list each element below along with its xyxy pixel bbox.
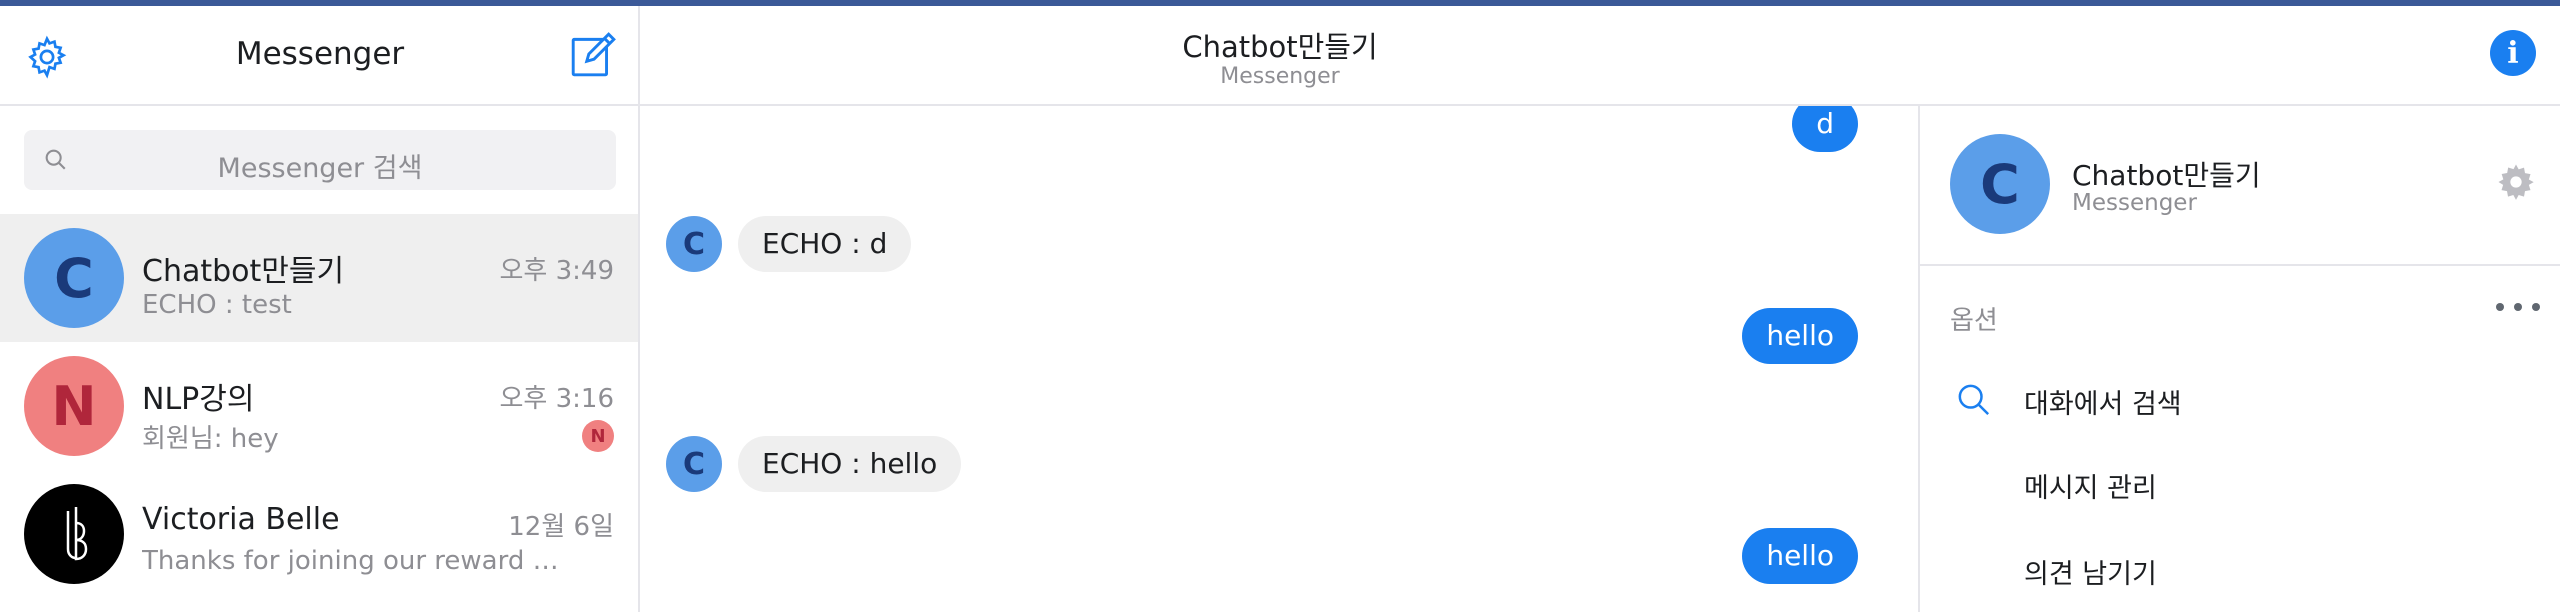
message-outgoing[interactable]: hello xyxy=(1742,528,1858,584)
option-label: 메시지 관리 xyxy=(2024,473,2157,504)
conversation-item-chatbot[interactable]: C Chatbot만들기 오후 3:49 ECHO : test xyxy=(0,214,638,342)
message-outgoing[interactable]: d xyxy=(1792,106,1858,152)
sidebar-title: Messenger xyxy=(235,36,405,72)
message-incoming[interactable]: ECHO : d xyxy=(738,216,912,272)
message-thread[interactable]: d C ECHO : d hello C ECHO : hello hello xyxy=(640,106,1918,612)
chat-subtitle: Messenger xyxy=(1220,64,1340,89)
conversation-sidebar: Messenger Messenger 검색 C Chatbot만들기 오후 3… xyxy=(0,6,640,612)
chat-header: Chatbot만들기 Messenger i xyxy=(640,6,2560,106)
message-outgoing[interactable]: hello xyxy=(1742,308,1858,364)
option-label: 의견 남기기 xyxy=(2024,559,2157,590)
conversation-item-nlp[interactable]: N NLP강의 오후 3:16 회원님: hey N xyxy=(0,342,638,470)
conversation-name: Victoria Belle xyxy=(142,502,340,537)
more-dot-icon xyxy=(2496,303,2504,311)
search-icon xyxy=(1954,380,1994,420)
conversation-time: 12월 6일 xyxy=(508,512,614,542)
avatar: C xyxy=(666,436,722,492)
conversation-item-victoria-belle[interactable]: Victoria Belle 12월 6일 Thanks for joining… xyxy=(0,470,638,598)
avatar: C xyxy=(1950,134,2050,234)
sidebar-header: Messenger xyxy=(0,6,640,106)
compose-button[interactable] xyxy=(566,28,620,82)
options-label: 옵션 xyxy=(1950,306,1998,336)
send-feedback-item[interactable]: 의견 남기기 xyxy=(1920,538,2560,598)
conversation-name: Chatbot만들기 xyxy=(142,254,345,289)
details-header: C Chatbot만들기 Messenger xyxy=(1920,106,2560,266)
details-name: Chatbot만들기 xyxy=(2072,159,2261,192)
manage-messages-item[interactable]: 메시지 관리 xyxy=(1920,452,2560,512)
conversation-details-panel: C Chatbot만들기 Messenger 옵션 대화에서 검색 메시지 관리… xyxy=(1918,106,2560,612)
conversation-name: NLP강의 xyxy=(142,382,255,417)
conversation-preview: Thanks for joining our reward pro... xyxy=(142,546,572,576)
more-dot-icon xyxy=(2514,303,2522,311)
info-button[interactable]: i xyxy=(2490,30,2536,76)
gear-icon xyxy=(2498,164,2534,200)
search-in-conversation-item[interactable]: 대화에서 검색 xyxy=(1920,368,2560,428)
info-icon: i xyxy=(2507,35,2519,71)
conversation-list: C Chatbot만들기 오후 3:49 ECHO : test N NLP강의… xyxy=(0,214,638,598)
message-incoming[interactable]: ECHO : hello xyxy=(738,436,962,492)
compose-icon xyxy=(571,32,616,77)
search-placeholder: Messenger 검색 xyxy=(217,153,423,184)
conversation-time: 오후 3:16 xyxy=(499,384,615,414)
more-options-button[interactable] xyxy=(2496,292,2540,322)
details-subtitle: Messenger xyxy=(2072,190,2197,216)
conversation-preview: 회원님: hey xyxy=(142,424,279,454)
brand-logo-icon xyxy=(66,507,88,561)
search-input[interactable]: Messenger 검색 xyxy=(24,130,616,190)
chat-title: Chatbot만들기 xyxy=(1182,30,1378,64)
conversation-time: 오후 3:49 xyxy=(499,256,615,286)
option-label: 대화에서 검색 xyxy=(2024,389,2182,420)
seen-badge: N xyxy=(582,420,614,452)
more-dot-icon xyxy=(2532,303,2540,311)
details-settings-button[interactable] xyxy=(2496,162,2536,202)
avatar: C xyxy=(24,228,124,328)
avatar: C xyxy=(666,216,722,272)
conversation-preview: ECHO : test xyxy=(142,290,292,320)
avatar xyxy=(24,484,124,584)
avatar: N xyxy=(24,356,124,456)
